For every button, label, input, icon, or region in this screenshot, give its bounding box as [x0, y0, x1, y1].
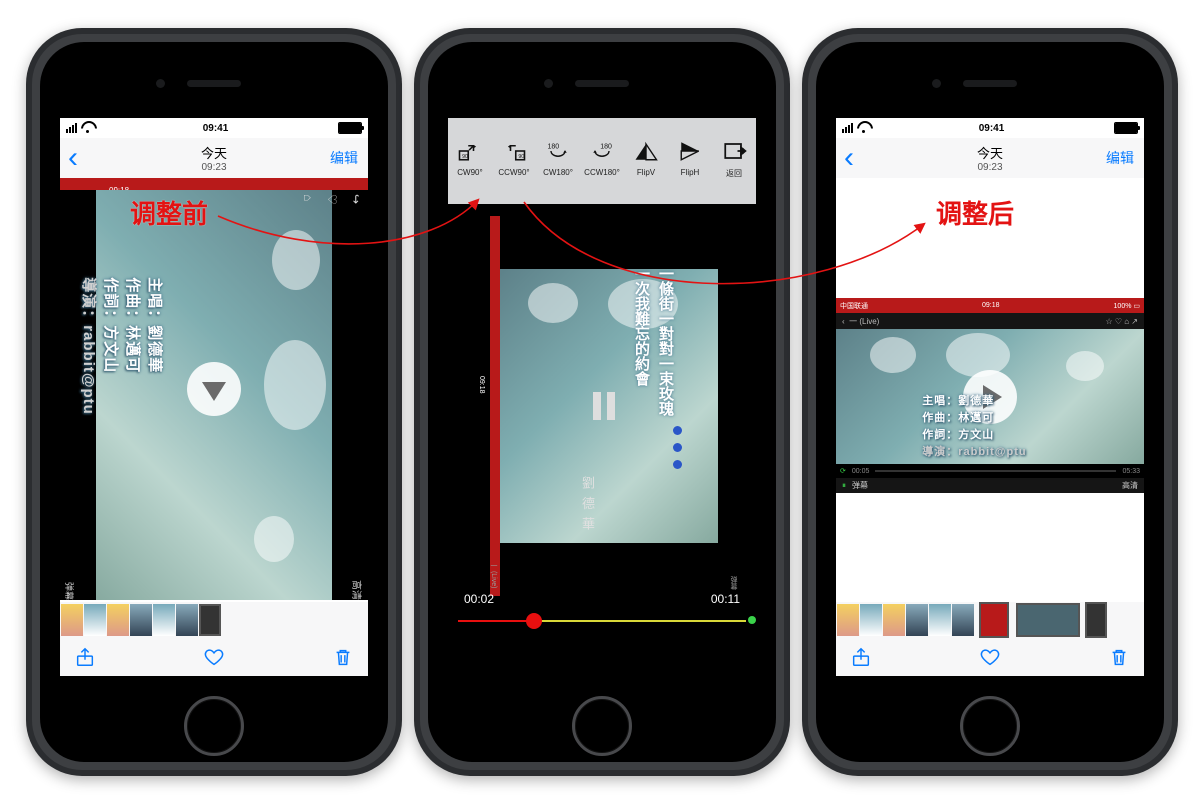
share-icon[interactable] [850, 646, 872, 668]
favorite-icon[interactable] [203, 646, 225, 668]
marker-dot [748, 616, 756, 624]
thumb[interactable] [906, 604, 928, 636]
edit-button[interactable]: 编辑 [1106, 148, 1134, 168]
status-time: 09:41 [979, 123, 1005, 134]
trash-icon[interactable] [332, 646, 354, 668]
editor-preview[interactable]: 一條街一對對一束玫瑰 一次我難忘的約會 劉 德 華 一 (Live) 09:18… [490, 216, 718, 596]
danmu-label: 弹幕 [63, 582, 76, 600]
rotate-cw90-button[interactable]: 90 CW90° [449, 138, 491, 177]
phone-before: 09:41 ‹ 今天 09:23 编辑 09:18 [26, 28, 402, 776]
thumbnail-strip[interactable] [60, 602, 368, 638]
inner-time: 09:18 [982, 302, 1000, 309]
status-bar: 09:41 [60, 118, 368, 138]
annotation-before: 调整前 [130, 194, 208, 231]
thumb[interactable] [61, 604, 83, 636]
return-button[interactable]: 返回 [713, 138, 755, 179]
time-end: 00:11 [711, 592, 740, 606]
scrubber-handle[interactable] [526, 613, 542, 629]
mv-credits: 主唱：劉德華 作曲：林邁可 作詞：方文山 導演：rabbit@ptu [922, 391, 1088, 460]
share-icon[interactable] [74, 646, 96, 668]
svg-text:90: 90 [462, 154, 468, 160]
phone-after: 09:41 ‹ 今天 09:23 编辑 中国联通 09:18 [802, 28, 1178, 776]
thumb[interactable] [153, 604, 175, 636]
thumb[interactable] [837, 604, 859, 636]
nav-title: 今天 [60, 143, 368, 162]
mv-credits: 主唱：劉德華 作曲：林邁可 作詞：方文山 導演：rabbit@ptu [78, 277, 167, 415]
status-bar: 09:41 [836, 118, 1144, 138]
thumb[interactable] [130, 604, 152, 636]
home-button[interactable] [572, 696, 632, 756]
phone-editor: 90 CW90° 90 CCW90° 180 CW180° 180 CCW180… [414, 28, 790, 776]
svg-text:90: 90 [518, 154, 524, 160]
edit-button[interactable]: 编辑 [330, 148, 358, 168]
lyric-line-1: 一條街一對對一束玫瑰 [655, 266, 676, 416]
thumb[interactable] [84, 604, 106, 636]
home-button[interactable] [960, 696, 1020, 756]
nav-title: 今天 [836, 143, 1144, 162]
video-preview[interactable]: 09:18 ↪♡⌂ 高清 弹幕 主唱：劉德 [60, 178, 368, 600]
scrubber-progress [458, 620, 534, 622]
flip-horizontal-button[interactable]: FlipH [669, 138, 711, 177]
status-time: 09:41 [203, 123, 229, 134]
nav-subtitle: 09:23 [60, 162, 368, 173]
bottom-toolbar [60, 638, 368, 676]
rotate-cw180-button[interactable]: 180 CW180° [537, 138, 579, 177]
home-button[interactable] [184, 696, 244, 756]
lyric-line-2: 一次我難忘的約會 [631, 266, 652, 386]
scrubber[interactable]: 00:02 00:11 [458, 592, 746, 632]
flip-vertical-button[interactable]: FlipV [625, 138, 667, 177]
svg-text:180: 180 [600, 143, 612, 150]
thumb[interactable] [1085, 602, 1107, 638]
thumb[interactable] [860, 604, 882, 636]
favorite-icon[interactable] [979, 646, 1001, 668]
annotation-after: 调整后 [936, 194, 1014, 231]
video-overlay-icons: ↪♡⌂ [301, 194, 363, 205]
thumb[interactable] [883, 604, 905, 636]
thumb[interactable] [952, 604, 974, 636]
editor-main: 一條街一對對一束玫瑰 一次我難忘的約會 劉 德 華 一 (Live) 09:18… [448, 204, 756, 676]
hq-label: 高清 [350, 580, 365, 600]
thumbnail-strip[interactable] [836, 602, 1144, 638]
video-preview[interactable]: 中国联通 09:18 100% ▭ ‹ 一 (Live) ☆ ♡ ⌂ ↗ [836, 178, 1144, 600]
trash-icon[interactable] [1108, 646, 1130, 668]
bottom-toolbar [836, 638, 1144, 676]
nav-bar: ‹ 今天 09:23 编辑 [60, 138, 368, 179]
time-current: 00:02 [464, 592, 494, 606]
thumb-selected[interactable] [199, 604, 221, 636]
rotate-ccw90-button[interactable]: 90 CCW90° [493, 138, 535, 177]
nav-bar: ‹ 今天 09:23 编辑 [836, 138, 1144, 179]
pause-icon[interactable] [593, 392, 615, 420]
svg-text:180: 180 [548, 143, 560, 150]
play-icon[interactable] [187, 362, 241, 416]
beat-dots [673, 426, 682, 469]
thumb-selected[interactable] [1016, 603, 1080, 637]
thumb[interactable] [979, 602, 1009, 638]
carrier-label: 中国联通 [840, 301, 868, 311]
thumb[interactable] [107, 604, 129, 636]
nav-subtitle: 09:23 [836, 162, 1144, 173]
thumb[interactable] [176, 604, 198, 636]
rotate-ccw180-button[interactable]: 180 CCW180° [581, 138, 623, 177]
artist-name: 劉 德 華 [578, 476, 597, 532]
thumb[interactable] [929, 604, 951, 636]
